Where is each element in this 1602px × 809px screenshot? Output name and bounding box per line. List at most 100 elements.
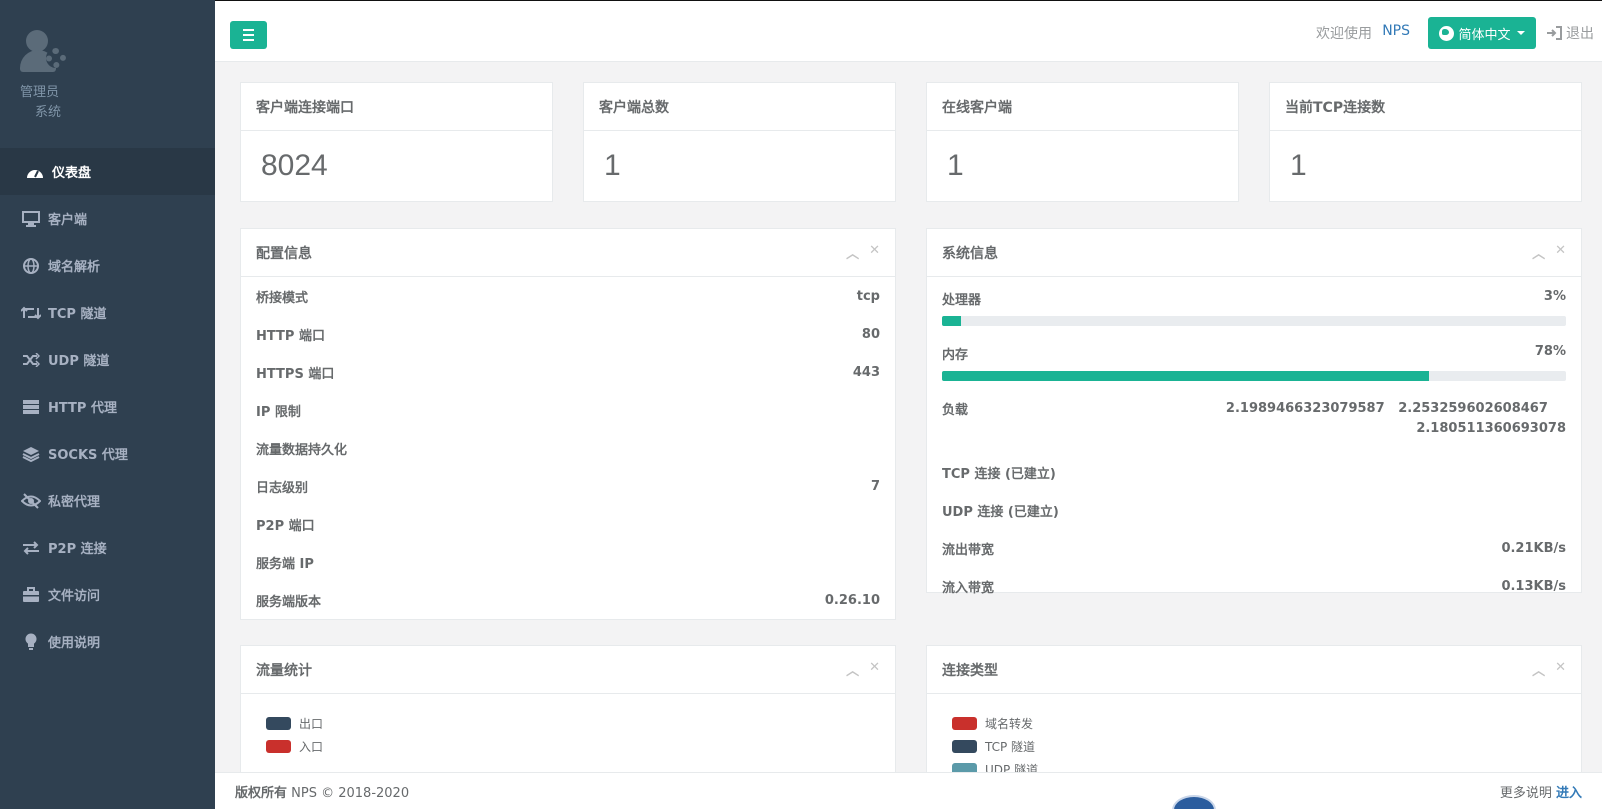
globe-icon bbox=[1439, 25, 1455, 41]
close-icon[interactable]: ✕ bbox=[1555, 660, 1566, 679]
collapse-icon[interactable]: ︿ bbox=[846, 660, 859, 679]
sidebar-item-label: UDP 隧道 bbox=[48, 354, 110, 369]
udp-label: UDP 连接 (已建立) bbox=[942, 504, 1059, 520]
stat-box-port: 客户端连接端口 8024 bbox=[240, 82, 553, 202]
config-row: HTTPS 端口 443 bbox=[256, 364, 880, 382]
config-panel: 配置信息 ︿ ✕ 桥接模式 tcp HTTP 端口 80 HTTPS 端口 443 I… bbox=[240, 228, 896, 620]
sidebar-item-label: 客户端 bbox=[48, 213, 88, 228]
close-icon[interactable]: ✕ bbox=[869, 660, 880, 679]
sidebar-item-http[interactable]: HTTP 代理 bbox=[0, 383, 215, 430]
collapse-icon[interactable]: ︿ bbox=[1532, 243, 1545, 262]
system-list: 处理器 3% 内存 78% 负载 2.1989466323079587 2.2532… bbox=[927, 277, 1581, 605]
stat-title: 客户端总数 bbox=[584, 83, 895, 131]
sidebar-item-label: P2P 连接 bbox=[48, 542, 107, 557]
close-icon[interactable]: ✕ bbox=[869, 243, 880, 262]
config-title: 配置信息 bbox=[256, 245, 312, 262]
sidebar-item-label: 私密代理 bbox=[48, 495, 101, 510]
stat-box-tcp: 当前TCP连接数 1 bbox=[1269, 82, 1582, 202]
stat-box-online: 在线客户端 1 bbox=[926, 82, 1239, 202]
footer-more: 更多说明 进入 bbox=[1499, 785, 1582, 801]
collapse-icon[interactable]: ︿ bbox=[846, 243, 859, 262]
sidebar-item-label: 文件访问 bbox=[48, 589, 101, 604]
hamburger-icon bbox=[243, 29, 254, 31]
stat-value: 8024 bbox=[261, 149, 328, 182]
conntype-title: 连接类型 bbox=[942, 662, 998, 679]
retweet-icon bbox=[20, 306, 42, 320]
config-row: 日志级别 7 bbox=[256, 478, 880, 496]
sidebar-item-clients[interactable]: 客户端 bbox=[0, 195, 215, 242]
random-icon bbox=[20, 352, 42, 367]
sidebar-item-help[interactable]: 使用说明 bbox=[0, 618, 215, 665]
cpu-progress bbox=[942, 316, 1566, 326]
logout-link[interactable]: 退出 bbox=[1546, 23, 1594, 43]
enter-link[interactable]: 进入 bbox=[1556, 786, 1582, 801]
load-values: 2.1989466323079587 2.253259602608467 2.1… bbox=[1225, 401, 1566, 436]
sidebar-item-domain[interactable]: 域名解析 bbox=[0, 242, 215, 289]
stat-value: 1 bbox=[947, 149, 964, 182]
legend-item[interactable]: TCP 隧道 bbox=[952, 735, 1556, 758]
tcp-label: TCP 连接 (已建立) bbox=[942, 466, 1056, 482]
load-label: 负载 bbox=[942, 403, 969, 418]
profile: 管理员 系统 bbox=[0, 0, 215, 148]
sidebar-item-tcp[interactable]: TCP 隧道 bbox=[0, 289, 215, 336]
server-icon bbox=[20, 399, 42, 415]
sign-out-icon bbox=[1547, 26, 1562, 40]
legend-item[interactable]: 出口 bbox=[266, 712, 870, 735]
config-row: P2P 端口 bbox=[256, 518, 315, 534]
stat-title: 当前TCP连接数 bbox=[1270, 83, 1581, 131]
desktop-icon bbox=[20, 210, 42, 227]
in-label: 流入带宽 bbox=[942, 580, 995, 596]
menu-toggle-button[interactable] bbox=[230, 21, 267, 49]
caret-down-icon bbox=[1516, 31, 1525, 35]
config-row: HTTP 端口 80 bbox=[256, 326, 880, 344]
sidebar-item-p2p[interactable]: P2P 连接 bbox=[0, 524, 215, 571]
sidebar-item-label: SOCKS 代理 bbox=[48, 448, 128, 463]
sidebar-item-label: HTTP 代理 bbox=[48, 401, 117, 416]
sidebar-item-udp[interactable]: UDP 隧道 bbox=[0, 336, 215, 383]
config-row: 桥接模式 tcp bbox=[256, 288, 880, 306]
out-value: 0.21KB/s bbox=[1501, 540, 1566, 556]
config-row: 服务端 IP bbox=[256, 556, 314, 572]
legend-item[interactable]: 入口 bbox=[266, 735, 870, 758]
collapse-icon[interactable]: ︿ bbox=[1532, 660, 1545, 679]
sidebar-item-dashboard[interactable]: 仪表盘 bbox=[0, 148, 215, 195]
stat-value: 1 bbox=[1290, 149, 1307, 182]
sidebar-item-label: 域名解析 bbox=[48, 260, 101, 275]
sidebar-item-socks[interactable]: SOCKS 代理 bbox=[0, 430, 215, 477]
sidebar-item-private[interactable]: 私密代理 bbox=[0, 477, 215, 524]
top-navbar: 欢迎使用 NPS 简体中文 退出 bbox=[215, 0, 1602, 62]
profile-system: 系统 bbox=[35, 105, 62, 120]
conntype-panel: 连接类型 ︿ ✕ 域名转发 TCP 隧道 UDP 隧道 bbox=[926, 645, 1582, 785]
config-row: 服务端版本 0.26.10 bbox=[256, 592, 880, 610]
out-label: 流出带宽 bbox=[942, 542, 995, 558]
language-dropdown[interactable]: 简体中文 bbox=[1428, 17, 1536, 49]
sidebar-item-label: TCP 隧道 bbox=[48, 307, 107, 322]
memory-progress bbox=[942, 371, 1566, 381]
layers-icon bbox=[20, 446, 42, 462]
traffic-legend: 出口 入口 bbox=[241, 694, 895, 776]
sidebar-item-label: 仪表盘 bbox=[52, 166, 92, 181]
language-label: 简体中文 bbox=[1458, 27, 1511, 43]
user-gear-icon bbox=[20, 30, 76, 80]
memory-label: 内存 bbox=[942, 348, 969, 363]
welcome-text: 欢迎使用 bbox=[1316, 26, 1372, 42]
memory-value: 78% bbox=[1534, 344, 1566, 359]
in-value: 0.13KB/s bbox=[1501, 578, 1566, 594]
footer: 版权所有 NPS © 2018-2020 更多说明 进入 bbox=[215, 772, 1602, 809]
sidebar-item-files[interactable]: 文件访问 bbox=[0, 571, 215, 618]
footer-copyright: 版权所有 NPS © 2018-2020 bbox=[235, 785, 410, 801]
stat-value: 1 bbox=[604, 149, 621, 182]
briefcase-icon bbox=[20, 586, 42, 603]
exchange-icon bbox=[20, 540, 42, 555]
cpu-value: 3% bbox=[1543, 289, 1566, 304]
sidebar: 管理员 系统 仪表盘 客户端 域名解析 TCP 隧道 UDP 隧道 HTTP 代… bbox=[0, 0, 215, 809]
brand-link[interactable]: NPS bbox=[1382, 23, 1410, 39]
stat-title: 客户端连接端口 bbox=[241, 83, 552, 131]
system-panel: 系统信息 ︿ ✕ 处理器 3% 内存 78% 负载 2.19894663230795… bbox=[926, 228, 1582, 596]
close-icon[interactable]: ✕ bbox=[1555, 243, 1566, 262]
dashboard-icon bbox=[24, 165, 46, 179]
sidebar-nav: 仪表盘 客户端 域名解析 TCP 隧道 UDP 隧道 HTTP 代理 SOCKS… bbox=[0, 148, 215, 665]
lightbulb-icon bbox=[20, 633, 42, 651]
traffic-title: 流量统计 bbox=[256, 662, 312, 679]
legend-item[interactable]: 域名转发 bbox=[952, 712, 1556, 735]
